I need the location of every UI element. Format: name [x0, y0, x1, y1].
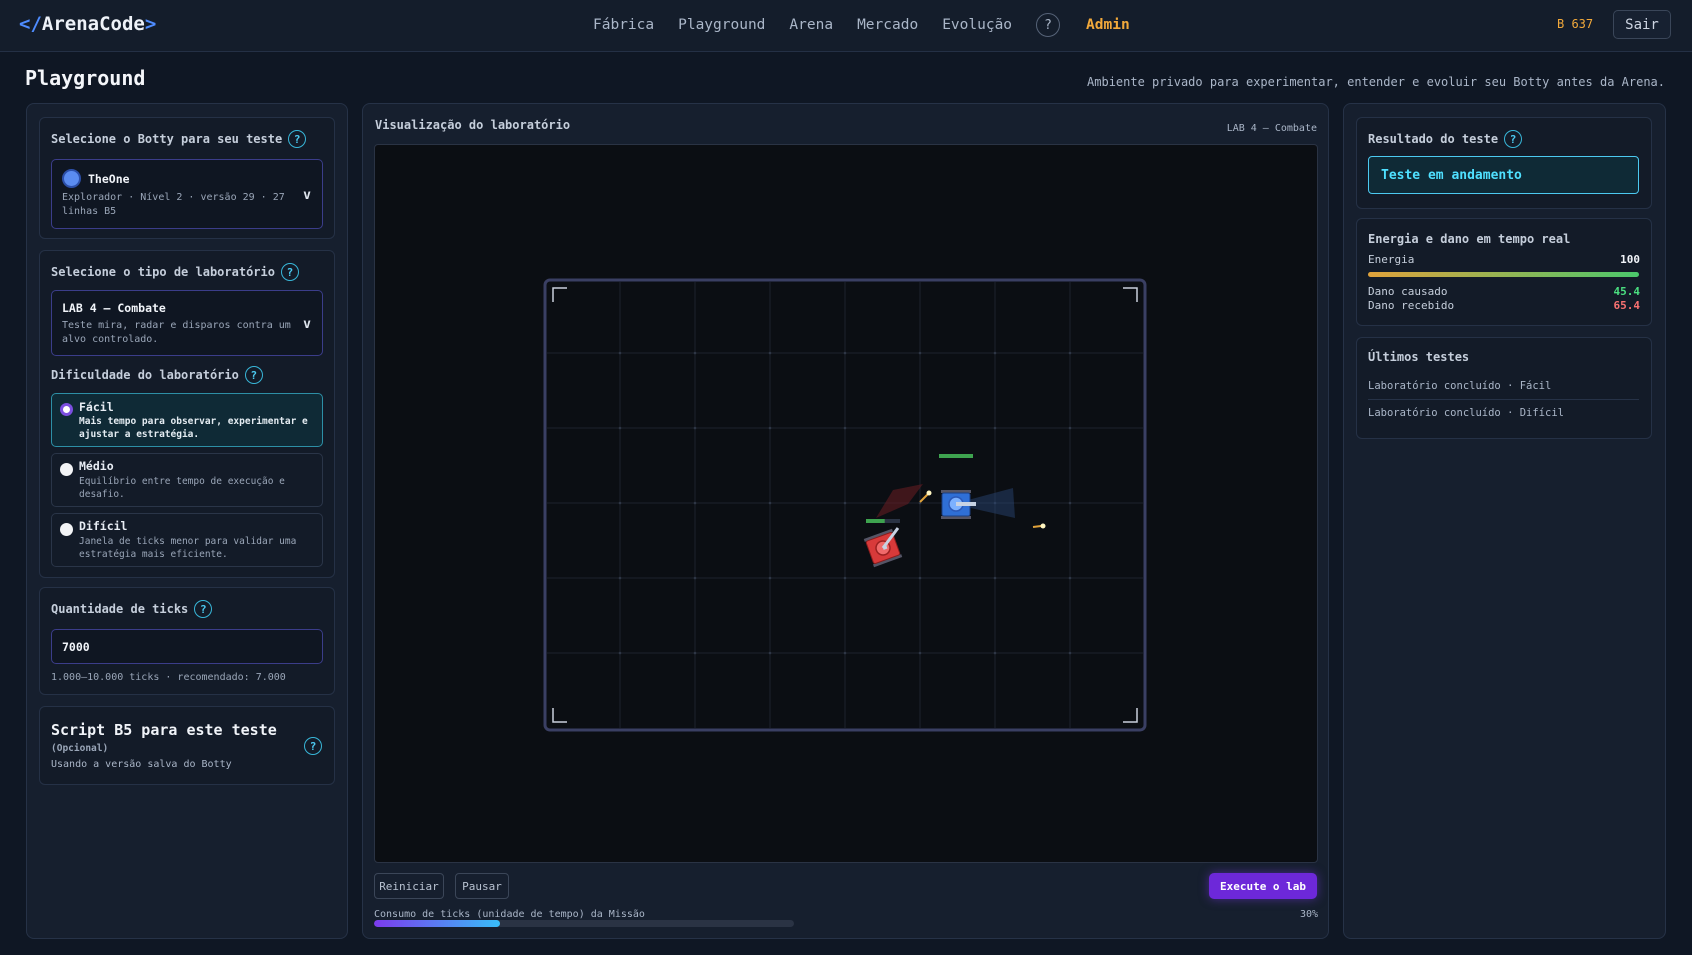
lab-visual-title: Visualização do laboratório: [375, 118, 571, 132]
damage-taken-label: Dano recebido: [1368, 299, 1455, 312]
energy-card: Energia e dano em tempo real Energia 100…: [1356, 218, 1652, 326]
logo-bracket-open: </: [19, 13, 42, 35]
red-health-bar: [866, 519, 885, 523]
botty-select-title: Selecione o Botty para seu teste ?: [51, 130, 307, 148]
botty-select[interactable]: TheOne Explorador · Nível 2 · versão 29 …: [51, 159, 323, 229]
energy-bar-fill: [1368, 272, 1639, 277]
restart-button[interactable]: Reiniciar: [374, 873, 444, 899]
energy-bar: [1368, 272, 1639, 277]
difficulty-option-desc: Mais tempo para observar, experimentar e…: [79, 416, 308, 440]
nav-item-evolucao[interactable]: Evolução: [942, 17, 1012, 33]
difficulty-option-desc: Janela de ticks menor para validar uma e…: [79, 536, 297, 560]
lab-select-label: Selecione o tipo de laboratório: [51, 265, 275, 279]
ticks-progress-pct: 30%: [1300, 909, 1319, 920]
result-label: Resultado do teste: [1368, 132, 1499, 146]
nav-item-mercado[interactable]: Mercado: [857, 17, 918, 33]
logo-text: ArenaCode: [41, 13, 145, 35]
script-note: Usando a versão salva do Botty: [51, 759, 232, 770]
help-icon[interactable]: ?: [194, 600, 213, 618]
difficulty-option-label: Médio: [79, 459, 114, 473]
botty-name: TheOne: [88, 172, 130, 186]
energy-title: Energia e dano em tempo real: [1368, 232, 1571, 246]
damage-dealt-value: 45.4: [1613, 285, 1641, 298]
radio-unselected[interactable]: [60, 523, 73, 536]
help-icon[interactable]: ?: [288, 130, 307, 148]
logo-bracket-close: >: [144, 13, 157, 35]
help-icon[interactable]: ?: [280, 263, 299, 281]
difficulty-option-dificil[interactable]: Difícil Janela de ticks menor para valid…: [51, 513, 323, 567]
nav-item-playground[interactable]: Playground: [678, 17, 765, 33]
logout-button[interactable]: Sair: [1613, 10, 1671, 39]
radio-selected[interactable]: [60, 403, 73, 416]
energy-value: 100: [1620, 253, 1640, 266]
run-lab-button[interactable]: Execute o lab: [1209, 873, 1317, 899]
nav-item-arena[interactable]: Arena: [789, 17, 833, 33]
difficulty-title: Dificuldade do laboratório ?: [51, 366, 263, 384]
result-card: Resultado do teste ? Teste em andamento: [1356, 117, 1652, 209]
nav-item-admin[interactable]: Admin: [1086, 17, 1130, 33]
main-nav: Fábrica Playground Arena Mercado Evoluçã…: [593, 13, 1154, 37]
radio-unselected[interactable]: [60, 463, 73, 476]
lab-tag: LAB 4 — Combate: [1226, 123, 1317, 134]
chevron-down-icon: v: [303, 317, 311, 332]
ticks-progress-fill: [374, 920, 500, 927]
top-nav-bar: </ArenaCode> Fábrica Playground Arena Me…: [0, 0, 1692, 52]
blue-health-bar: [939, 454, 973, 458]
damage-dealt-label: Dano causado: [1368, 285, 1448, 298]
difficulty-option-label: Fácil: [79, 400, 114, 414]
help-icon[interactable]: ?: [1504, 130, 1523, 148]
lab-select-card: Selecione o tipo de laboratório ? LAB 4 …: [39, 250, 335, 578]
history-item[interactable]: Laboratório concluído · Fácil: [1368, 380, 1639, 400]
history-card: Últimos testes Laboratório concluído · F…: [1356, 337, 1652, 439]
script-optional: (Opcional): [51, 743, 109, 754]
coin-balance: B 637: [1557, 17, 1594, 31]
difficulty-label: Dificuldade do laboratório: [51, 368, 239, 382]
ticks-input[interactable]: 7000: [51, 629, 323, 664]
difficulty-option-label: Difícil: [79, 519, 128, 533]
difficulty-option-facil[interactable]: Fácil Mais tempo para observar, experime…: [51, 393, 323, 447]
help-icon[interactable]: ?: [304, 737, 322, 755]
lab-select-title: Selecione o tipo de laboratório ?: [51, 263, 299, 281]
chevron-down-icon: v: [303, 188, 311, 203]
help-icon[interactable]: ?: [244, 366, 263, 384]
result-panel: Resultado do teste ? Teste em andamento …: [1343, 103, 1666, 939]
ticks-value: 7000: [62, 640, 90, 654]
page-subtitle: Ambiente privado para experimentar, ente…: [1087, 75, 1665, 89]
script-card: Script B5 para este teste (Opcional) Usa…: [39, 706, 335, 785]
ticks-card: Quantidade de ticks ? 7000 1.000–10.000 …: [39, 587, 335, 695]
lab-select[interactable]: LAB 4 — Combate Teste mira, radar e disp…: [51, 290, 323, 356]
help-icon[interactable]: ?: [1036, 13, 1061, 37]
lab-name: LAB 4 — Combate: [62, 301, 166, 315]
pause-button[interactable]: Pausar: [455, 873, 509, 899]
history-item[interactable]: Laboratório concluído · Difícil: [1368, 407, 1639, 426]
result-status: Teste em andamento: [1368, 156, 1639, 194]
config-panel: Selecione o Botty para seu teste ? TheOn…: [26, 103, 348, 939]
damage-taken-value: 65.4: [1613, 299, 1641, 312]
app-logo[interactable]: </ArenaCode>: [19, 13, 156, 35]
ticks-hint: 1.000–10.000 ticks · recomendado: 7.000: [51, 672, 286, 683]
ticks-progress-label: Consumo de ticks (unidade de tempo) da M…: [374, 909, 645, 920]
arena-field: [543, 278, 1147, 732]
ticks-progress-bar: [374, 920, 794, 927]
result-title: Resultado do teste ?: [1368, 130, 1523, 148]
difficulty-option-medio[interactable]: Médio Equilíbrio entre tempo de execução…: [51, 453, 323, 507]
energy-label: Energia: [1368, 253, 1415, 266]
history-title: Últimos testes: [1368, 350, 1470, 364]
page-title: Playground: [25, 66, 146, 90]
botty-meta: Explorador · Nível 2 · versão 29 · 27 li…: [62, 192, 285, 217]
lab-desc: Teste mira, radar e disparos contra um a…: [62, 320, 291, 345]
botty-select-label: Selecione o Botty para seu teste: [51, 132, 283, 146]
difficulty-option-desc: Equilíbrio entre tempo de execução e des…: [79, 476, 285, 500]
ticks-label: Quantidade de ticks: [51, 602, 189, 616]
nav-item-fabrica[interactable]: Fábrica: [593, 17, 654, 33]
ticks-title: Quantidade de ticks ?: [51, 600, 213, 618]
botty-select-card: Selecione o Botty para seu teste ? TheOn…: [39, 117, 335, 239]
script-title: Script B5 para este teste: [51, 721, 277, 739]
botty-avatar: [62, 169, 81, 188]
